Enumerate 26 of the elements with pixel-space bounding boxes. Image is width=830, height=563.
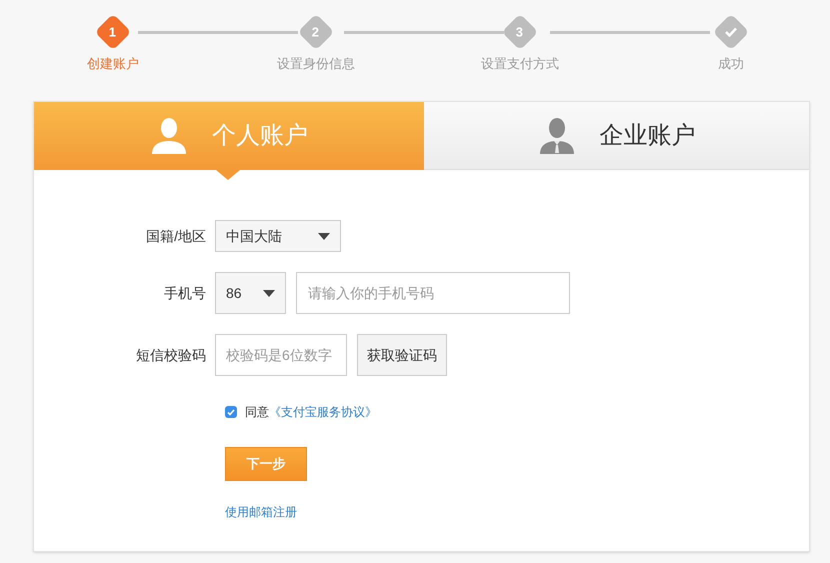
businessman-icon [538,118,576,154]
email-register-link[interactable]: 使用邮箱注册 [225,503,297,521]
agreement-checkbox[interactable] [225,406,237,418]
tab-pointer-icon [216,170,240,180]
step-label: 创建账户 [87,55,139,73]
region-select[interactable]: 中国大陆 [215,220,341,252]
field-label: 手机号 [163,284,207,302]
country-code-select[interactable]: 86 [215,272,286,314]
step-marker: 3 [502,14,538,50]
step-marker: 1 [94,14,132,50]
check-icon [725,27,737,37]
person-icon [150,118,188,154]
get-code-button[interactable]: 获取验证码 [357,334,447,376]
step-label: 设置支付方式 [481,55,559,73]
field-label: 短信校验码 [135,346,207,364]
step-label: 设置身份信息 [277,55,355,73]
agreement-text: 同意 [245,405,269,419]
caret-icon [263,290,275,296]
caret-icon [318,232,330,240]
step-marker: 2 [298,14,334,50]
phone-input[interactable]: 请输入你的手机号码 [296,272,570,314]
field-label: 国籍/地区 [145,226,207,246]
agreement-link[interactable]: 《支付宝服务协议》 [269,405,377,419]
step-label: 成功 [718,55,744,73]
account-tab[interactable]: 企业账户 [424,102,809,170]
code-input[interactable]: 校验码是6位数字 [215,334,347,376]
